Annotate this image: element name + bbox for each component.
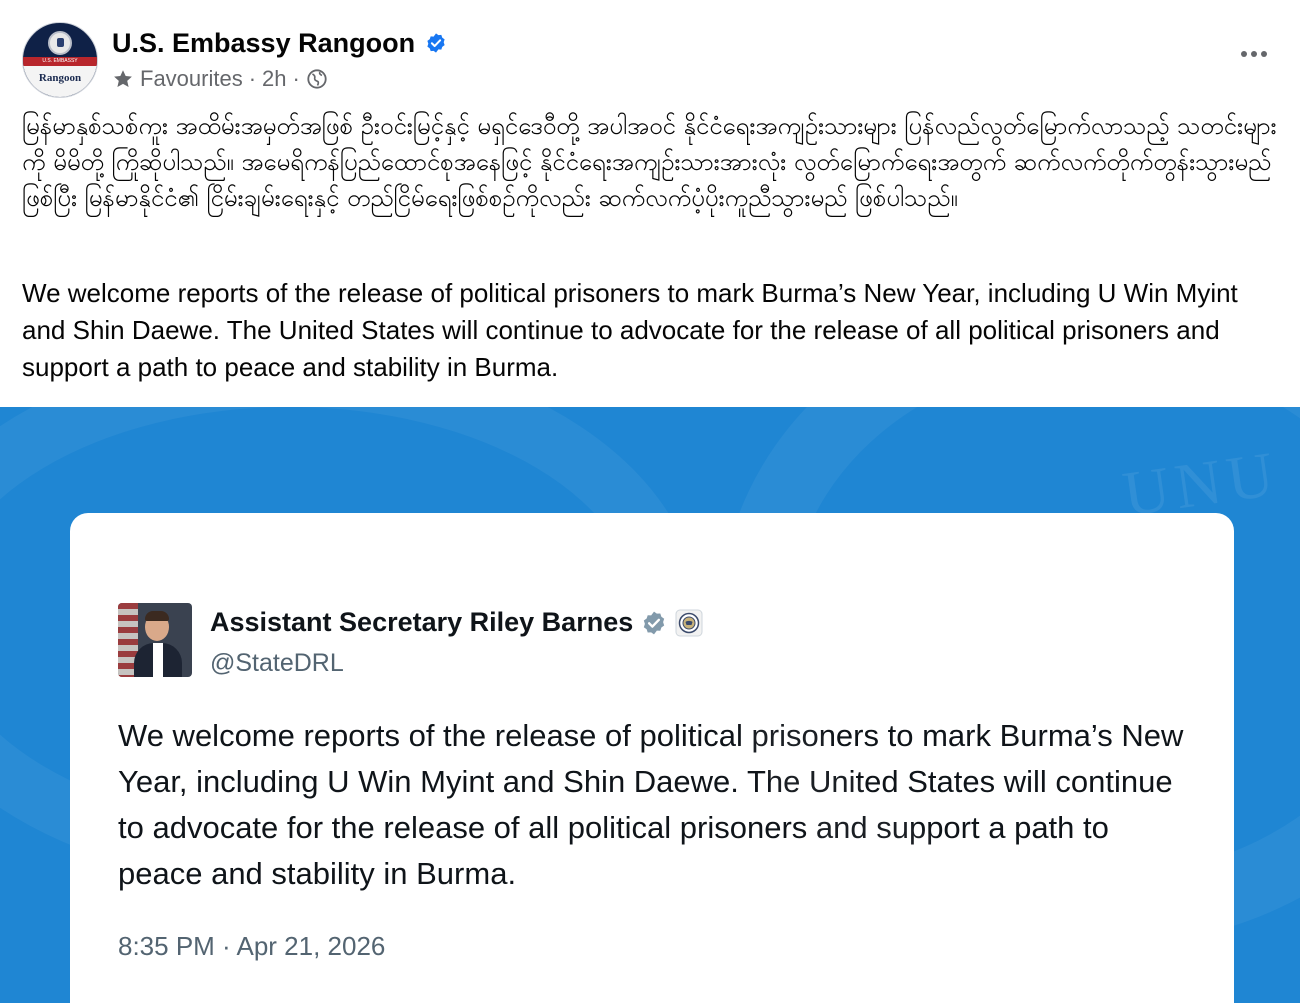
post-text-english: We welcome reports of the release of pol… (22, 278, 1238, 382)
verified-badge-icon (427, 33, 445, 53)
post-time[interactable]: 2h (262, 66, 286, 92)
more-options-icon (1261, 51, 1267, 57)
tweet-author-name: Assistant Secretary Riley Barnes (210, 607, 634, 637)
post-text-burmese: မြန်မာနှစ်သစ်ကူး အထိမ်းအမှတ်အဖြစ် ဦးဝင်း… (22, 112, 1277, 212)
embedded-tweet-card: Assistant Secretary Riley Barnes @StateD… (70, 513, 1234, 1003)
embassy-seal-icon (48, 31, 72, 55)
meta-separator: · (248, 66, 257, 91)
state-department-seal-icon (675, 609, 703, 636)
page-name-row: U.S. Embassy Rangoon (112, 26, 447, 60)
tweet-text: We welcome reports of the release of pol… (118, 718, 1184, 891)
tweet-handle: @StateDRL (210, 649, 344, 677)
post-meta: Favourites · 2h · (112, 64, 328, 94)
gray-verified-badge-icon (644, 611, 665, 634)
more-options-button[interactable] (1236, 42, 1272, 66)
more-options-icon (1241, 51, 1247, 57)
tweet-timestamp: 8:35 PM · Apr 21, 2026 (118, 931, 386, 961)
star-icon (114, 70, 132, 87)
tweet-author-row: Assistant Secretary Riley Barnes (210, 607, 703, 638)
meta-separator: · (292, 66, 300, 91)
audience-label[interactable]: Favourites (140, 66, 243, 92)
globe-icon[interactable] (306, 68, 328, 90)
post-media-image[interactable]: UNU Assistant Secretary Riley Barnes @St… (0, 407, 1300, 1003)
page-avatar[interactable]: U.S. EMBASSY Rangoon (22, 22, 98, 98)
facebook-post: U.S. EMBASSY Rangoon U.S. Embassy Rangoo… (0, 0, 1300, 1008)
avatar-band-text: U.S. EMBASSY (23, 57, 97, 66)
avatar-label: Rangoon (23, 66, 97, 97)
tweet-author-avatar (118, 603, 192, 677)
page-name[interactable]: U.S. Embassy Rangoon (112, 28, 415, 59)
post-header: U.S. EMBASSY Rangoon U.S. Embassy Rangoo… (22, 22, 1278, 102)
background-watermark: UNU (1119, 437, 1285, 530)
more-options-icon (1251, 51, 1257, 57)
